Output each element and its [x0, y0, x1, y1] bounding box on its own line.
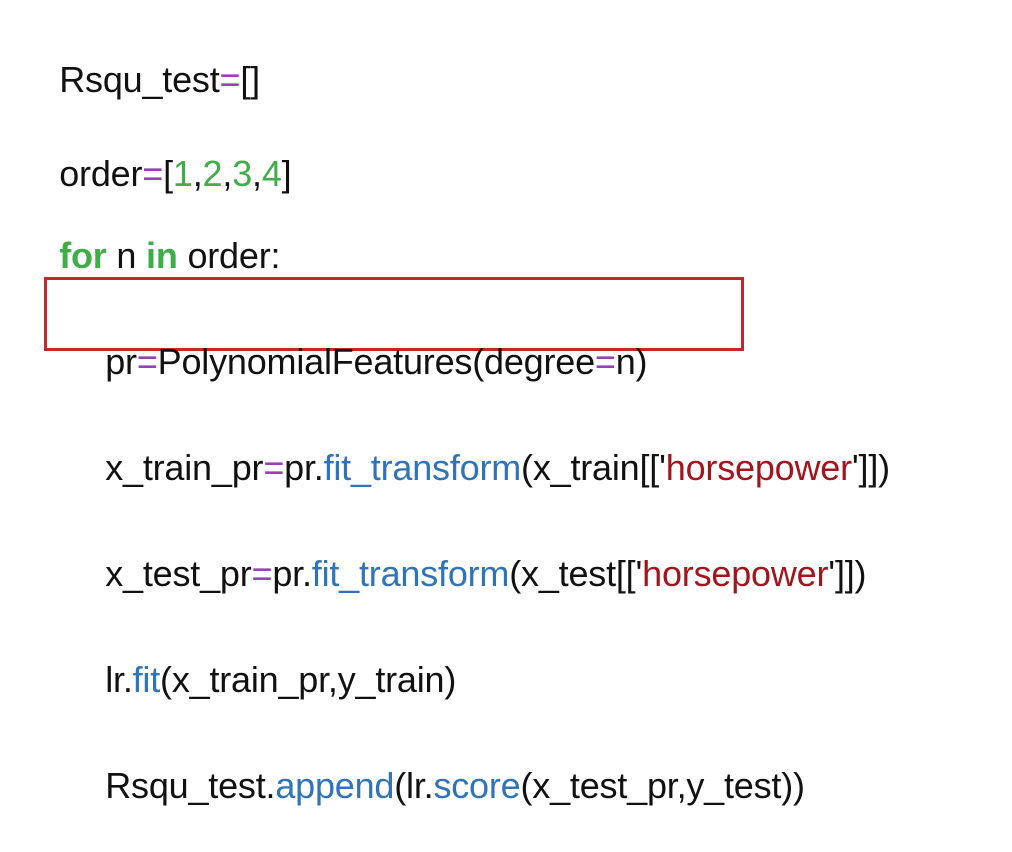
- code-token: (lr.: [394, 765, 434, 806]
- code-token: ,: [222, 153, 233, 194]
- code-token: =: [251, 553, 273, 594]
- code-token: ,: [192, 153, 203, 194]
- code-slide: Rsqu_test=[] order=[1,2,3,4] for n in or…: [0, 0, 1012, 814]
- code-line-rsqu-append: Rsqu_test.append(lr.score(x_test_pr,y_te…: [66, 720, 805, 806]
- code-token: Rsqu_test.: [105, 765, 276, 806]
- code-token: x_train_pr: [105, 447, 264, 488]
- code-token: order: [59, 153, 143, 194]
- code-token: ']]): [851, 447, 890, 488]
- code-token: n): [615, 341, 648, 382]
- code-token: fit_transform: [311, 553, 510, 594]
- code-token: Rsqu_test: [59, 59, 220, 100]
- code-token: ']]): [828, 553, 867, 594]
- code-token: =: [142, 153, 164, 194]
- code-token: []: [240, 59, 260, 100]
- code-token: PolynomialFeatures(degree: [157, 341, 595, 382]
- code-token: order:: [177, 235, 281, 276]
- code-token: fit_transform: [323, 447, 522, 488]
- code-token: horsepower: [665, 447, 852, 488]
- code-token: n: [106, 235, 147, 276]
- code-token: 3: [232, 153, 253, 194]
- code-token: score: [433, 765, 521, 806]
- code-token: (x_train_pr,y_train): [160, 659, 457, 700]
- code-token: =: [136, 341, 158, 382]
- code-token: in: [146, 235, 178, 276]
- code-token: ,: [252, 153, 262, 194]
- code-token: for: [59, 235, 107, 276]
- code-line-rsqu-test-init: Rsqu_test=[]: [20, 14, 260, 100]
- code-token: 1: [172, 153, 193, 194]
- code-token: lr.: [105, 659, 133, 700]
- code-token: 2: [202, 153, 223, 194]
- code-line-order-list: order=[1,2,3,4]: [20, 108, 291, 194]
- code-token: 4: [261, 153, 282, 194]
- code-token: =: [219, 59, 241, 100]
- code-line-lr-fit: lr.fit(x_train_pr,y_train): [66, 614, 456, 700]
- code-line-x-train-transform: x_train_pr=pr.fit_transform(x_train[['ho…: [66, 402, 890, 488]
- code-token: ]: [281, 153, 292, 194]
- code-line-x-test-transform: x_test_pr=pr.fit_transform(x_test[['hors…: [66, 508, 866, 594]
- code-token: (x_test[[': [509, 553, 643, 594]
- code-token: x_test_pr: [105, 553, 252, 594]
- code-token: (x_test_pr,y_test)): [520, 765, 806, 806]
- code-token: pr.: [284, 447, 324, 488]
- code-token: =: [594, 341, 616, 382]
- code-line-for-loop: for n in order:: [20, 190, 280, 276]
- code-token: pr: [105, 341, 137, 382]
- code-token: append: [275, 765, 395, 806]
- code-token: =: [263, 447, 285, 488]
- code-token: [: [163, 153, 173, 194]
- code-token: pr.: [272, 553, 312, 594]
- code-line-polynomial-features: pr=PolynomialFeatures(degree=n): [66, 296, 647, 382]
- code-token: (x_train[[': [521, 447, 666, 488]
- code-token: horsepower: [642, 553, 829, 594]
- code-token: fit: [132, 659, 161, 700]
